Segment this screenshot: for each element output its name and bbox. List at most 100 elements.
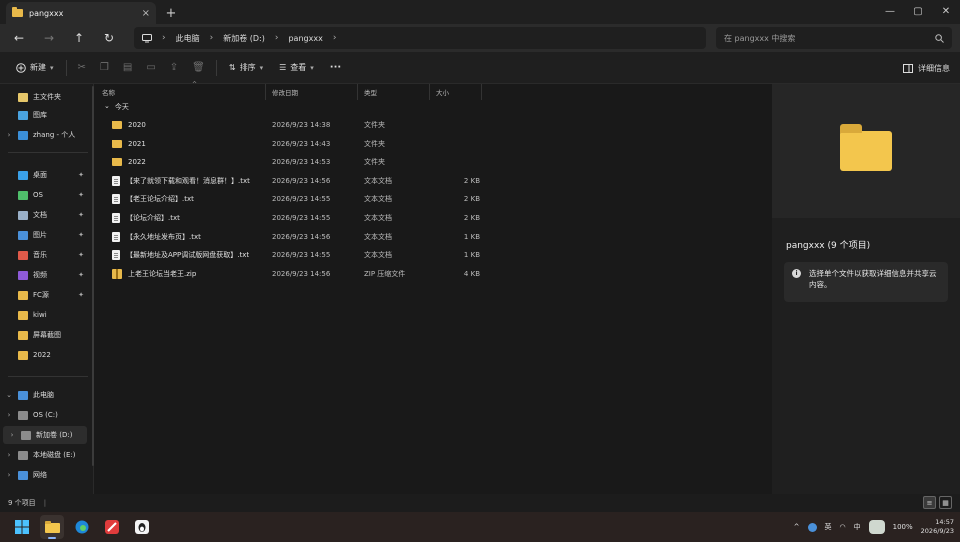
file-explorer-app[interactable] [40,515,64,539]
chevron-icon[interactable]: › [4,451,14,459]
table-row[interactable]: 【永久地址发布页】.txt 2026/9/23 14:56 文本文档 1 KB [96,228,772,246]
column-header-type[interactable]: 类型 [358,84,430,100]
tiles-view-button[interactable]: ▦ [939,496,952,509]
chevron-icon[interactable]: › [4,411,14,419]
view-button[interactable]: ☰ 查看 ▾ [271,56,322,80]
details-pane: pangxxx (9 个项目) i 选择单个文件以获取详细信息并共享云内容。 [772,84,960,494]
divider [65,59,67,76]
close-window-button[interactable]: ✕ [932,0,960,22]
ime-indicator[interactable]: 中 [854,522,861,532]
tray-app-icon[interactable] [807,522,817,532]
tray-overflow-icon[interactable]: ^ [794,523,800,531]
sidebar-item-drives[interactable]: ⌄ 此电脑 [0,386,92,404]
qq-app[interactable] [130,515,154,539]
sidebar-item-gallery[interactable]: 图库 [0,106,92,124]
sidebar-item-drives[interactable]: › 新加卷 (D:) [3,426,87,444]
sort-button[interactable]: ⇅ 排序 ▾ [221,56,271,80]
pin-icon[interactable]: ✦ [78,271,84,279]
up-button[interactable]: ↑ [64,26,94,50]
file-size: 2 KB [463,195,480,204]
pin-icon[interactable]: ✦ [78,231,84,239]
file-type: 文件夹 [364,139,385,148]
sidebar-item-onedrive[interactable]: › zhang - 个人 [0,126,92,144]
breadcrumb-this-pc[interactable]: 此电脑 [176,33,200,44]
pin-icon[interactable]: ✦ [78,291,84,299]
table-row[interactable]: 上老王论坛当老王.zip 2026/9/23 14:56 ZIP 压缩文件 4 KB [96,265,772,283]
rename-button[interactable]: ▭ [139,56,162,80]
tab-close-icon[interactable]: × [142,8,150,19]
search-input[interactable]: 在 pangxxx 中搜索 [716,27,952,49]
column-header-name[interactable]: 名称 [96,84,266,100]
info-icon: i [792,269,801,278]
details-title: pangxxx (9 个项目) [786,241,871,251]
copy-button[interactable]: ❐ [93,56,116,80]
refresh-button[interactable]: ↻ [94,26,124,50]
sidebar-item-drives[interactable]: › 网络 [0,466,92,484]
wifi-icon[interactable]: ◠ [840,523,846,531]
sidebar-item-drives[interactable]: › OS (C:) [0,406,92,424]
sidebar-scrollbar[interactable] [92,86,94,466]
sidebar-item-pinned[interactable]: 文档 ✦ [0,206,92,224]
table-row[interactable]: 2021 2026/9/23 14:43 文件夹 [96,135,772,153]
edge-app[interactable] [70,515,94,539]
pin-icon[interactable]: ✦ [78,171,84,179]
tab-pangxxx[interactable]: pangxxx × [6,2,156,24]
sidebar-item-pinned[interactable]: 屏幕截图 [0,326,92,344]
more-button[interactable]: ··· [322,56,349,80]
divider [8,152,88,153]
address-bar[interactable]: › 此电脑 › 新加卷 (D:) › pangxxx › [134,27,706,49]
group-header-today[interactable]: ⌄ 今天 [104,102,129,112]
chevron-icon[interactable]: › [7,431,17,439]
table-row[interactable]: 【最新地址及APP调试版网盘获取】.txt 2026/9/23 14:55 文本文档… [96,246,772,264]
share-button[interactable]: ⇪ [163,56,185,80]
column-header-date[interactable]: 修改日期 [266,84,358,100]
details-pane-button[interactable]: 详细信息 [903,56,950,80]
sidebar-item-pinned[interactable]: 桌面 ✦ [0,166,92,184]
zip-file-icon [112,268,122,279]
breadcrumb-pangxxx[interactable]: pangxxx [288,34,322,43]
cut-button[interactable]: ✂ [71,56,93,80]
table-row[interactable]: 【来了就领下载和观看！消息群！】.txt 2026/9/23 14:56 文本文档 2… [96,172,772,190]
mascot-icon[interactable] [868,520,885,534]
back-button[interactable]: ← [4,26,34,50]
chevron-icon[interactable]: › [4,471,14,479]
sidebar-item-pinned[interactable]: 图片 ✦ [0,226,92,244]
pin-icon[interactable]: ✦ [78,191,84,199]
details-view-button[interactable]: ≡ [923,496,936,509]
sidebar-item-drives[interactable]: › 本地磁盘 (E:) [0,446,92,464]
breadcrumb-drive-d[interactable]: 新加卷 (D:) [223,33,265,44]
sidebar-item-pinned[interactable]: 2022 [0,346,92,364]
table-row[interactable]: 【论坛介绍】.txt 2026/9/23 14:55 文本文档 2 KB [96,209,772,227]
sidebar-item-label: 此电脑 [33,391,54,399]
list-view-icon: ≡ [926,498,933,507]
sidebar-item-home[interactable]: 主文件夹 [0,88,92,106]
table-row[interactable]: 2022 2026/9/23 14:53 文件夹 [96,153,772,171]
start-button[interactable] [10,515,34,539]
sidebar-item-pinned[interactable]: FC源 ✦ [0,286,92,304]
search-placeholder: 在 pangxxx 中搜索 [724,33,796,43]
red-app[interactable] [100,515,124,539]
minimize-button[interactable]: — [876,0,904,22]
table-row[interactable]: 2020 2026/9/23 14:38 文件夹 [96,116,772,134]
chevron-right-icon[interactable]: › [4,131,14,139]
sidebar-item-pinned[interactable]: OS ✦ [0,186,92,204]
chevron-icon[interactable]: ⌄ [4,391,14,399]
delete-button[interactable]: 🗑 [185,56,212,80]
column-header-size[interactable]: 大小 [430,84,482,100]
new-button[interactable]: 新建 ▾ [8,56,62,80]
pin-icon[interactable]: ✦ [78,251,84,259]
table-row[interactable]: 【老王论坛介绍】.txt 2026/9/23 14:55 文本文档 2 KB [96,190,772,208]
maximize-button[interactable]: ▢ [904,0,932,22]
sidebar-item-pinned[interactable]: 音乐 ✦ [0,246,92,264]
file-size: 1 KB [463,251,480,260]
clock[interactable]: 14:57 2026/9/23 [921,518,954,536]
sidebar-item-pinned[interactable]: kiwi [0,306,92,324]
plus-circle-icon [16,62,26,73]
app-icon [105,520,119,534]
forward-button[interactable]: → [34,26,64,50]
paste-button[interactable]: ▤ [116,56,139,80]
pin-icon[interactable]: ✦ [78,211,84,219]
sidebar-item-pinned[interactable]: 视频 ✦ [0,266,92,284]
new-tab-button[interactable]: + [160,2,182,24]
language-indicator[interactable]: 英 [825,522,832,532]
